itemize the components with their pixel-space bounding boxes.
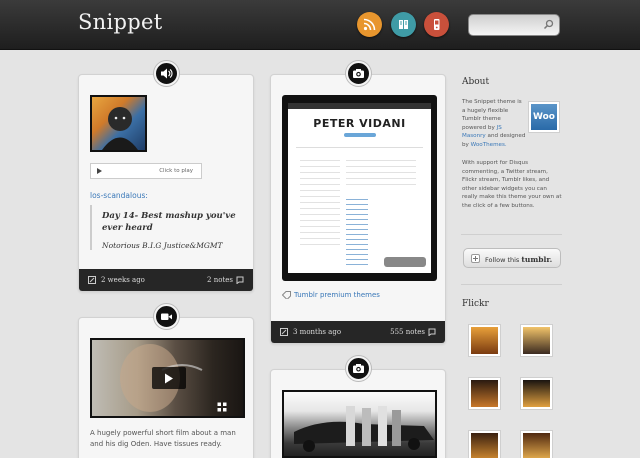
reblog-icon[interactable] — [236, 276, 244, 284]
video-camera-icon — [154, 304, 179, 329]
video-description: A hugely powerful short film about a man… — [90, 429, 236, 448]
fullscreen-icon[interactable] — [217, 402, 227, 412]
quote-author: Notorious B.I.G Justice&MGMT — [102, 241, 223, 250]
rss-icon[interactable] — [357, 12, 382, 37]
follow-tumblr-button[interactable]: Follow this tumblr. — [463, 248, 561, 268]
flickr-thumb[interactable] — [468, 377, 501, 410]
tumblr-brand: tumblr. — [521, 255, 553, 264]
plus-icon — [471, 254, 480, 263]
post-photo[interactable] — [282, 390, 437, 458]
edit-icon[interactable] — [88, 276, 96, 284]
speaker-icon — [154, 61, 179, 86]
post-quote: Day 14- Best mashup you've ever heard No… — [90, 205, 240, 250]
about-title: About — [462, 77, 490, 87]
edit-icon[interactable] — [280, 328, 288, 336]
post-photo[interactable]: PETER VIDANI — [282, 95, 437, 281]
divider — [461, 284, 562, 285]
flickr-title: Flickr — [462, 299, 489, 309]
woothemes-link[interactable]: WooThemes. — [471, 142, 507, 148]
quote-title: Day 14- Best mashup you've ever heard — [102, 211, 236, 233]
post-username[interactable]: los-scandalous: — [90, 191, 148, 200]
audio-post: Click to play los-scandalous: Day 14- Be… — [78, 74, 254, 292]
video-player[interactable] — [90, 338, 245, 418]
audio-player[interactable]: Click to play — [90, 163, 202, 179]
post-footer: 3 months ago 555 notes — [271, 321, 445, 343]
flickr-thumb[interactable] — [468, 324, 501, 357]
divider — [461, 234, 562, 235]
photo-post: PETER VIDANI Tumblr premium themes 3 mon… — [270, 74, 446, 344]
post-time[interactable]: 3 months ago — [293, 328, 341, 336]
post-tag[interactable]: Tumblr premium themes — [282, 291, 380, 299]
post-notes[interactable]: 2 notes — [207, 276, 233, 284]
flickr-thumb[interactable] — [520, 324, 553, 357]
player-label: Click to play — [159, 168, 193, 174]
about-text-1: The Snippet theme is a hugely flexible T… — [462, 99, 522, 131]
post-time[interactable]: 2 weeks ago — [101, 276, 145, 284]
woothemes-logo[interactable]: Woo — [528, 101, 560, 133]
play-icon[interactable] — [152, 367, 186, 389]
about-text-more: With support for Disqus commenting, a Tw… — [462, 160, 562, 209]
phone-icon[interactable] — [424, 12, 449, 37]
play-icon[interactable] — [97, 168, 102, 174]
screenshot-title: PETER VIDANI — [313, 117, 406, 130]
post-footer: 2 weeks ago 2 notes — [79, 269, 253, 291]
follow-prefix: Follow this — [485, 256, 520, 264]
flickr-thumb[interactable] — [520, 430, 553, 458]
post-notes[interactable]: 555 notes — [390, 328, 425, 336]
photo-screenshot: PETER VIDANI — [288, 103, 431, 273]
post-tag-label: Tumblr premium themes — [294, 291, 380, 299]
camera-icon — [346, 61, 371, 86]
flickr-thumb[interactable] — [520, 377, 553, 410]
top-bar: Snippet — [0, 0, 640, 50]
photo-post-2 — [270, 369, 446, 458]
reblog-icon[interactable] — [428, 328, 436, 336]
search-box[interactable] — [468, 14, 560, 36]
album-art — [90, 95, 147, 152]
site-logo[interactable]: Snippet — [78, 10, 162, 34]
about-text: The Snippet theme is a hugely flexible T… — [462, 98, 526, 149]
flickr-thumb[interactable] — [468, 430, 501, 458]
follow-label: Follow this tumblr. — [485, 255, 552, 264]
search-icon[interactable] — [543, 19, 554, 30]
camera-icon — [346, 356, 371, 381]
tag-icon — [282, 291, 291, 299]
video-post: A hugely powerful short film about a man… — [78, 317, 254, 458]
book-icon[interactable] — [391, 12, 416, 37]
